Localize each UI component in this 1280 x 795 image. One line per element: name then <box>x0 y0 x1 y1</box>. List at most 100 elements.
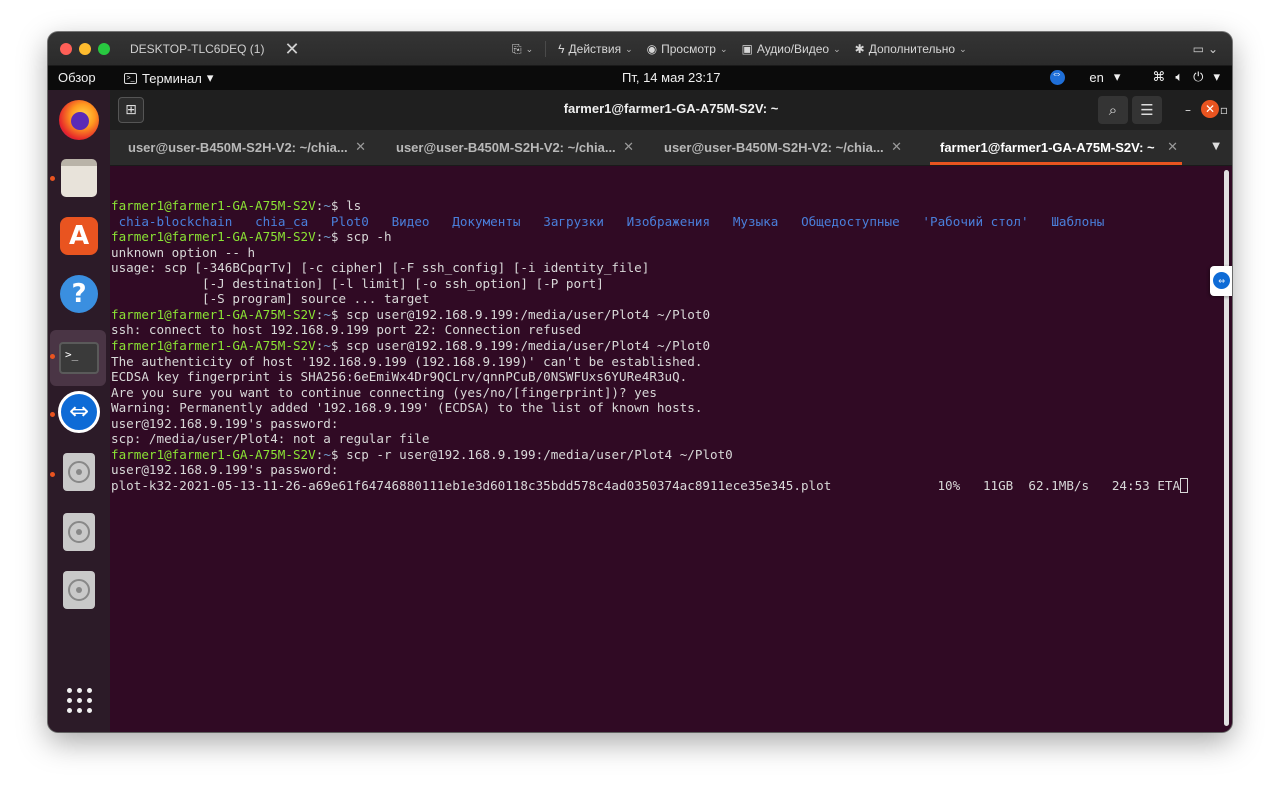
terminal-headerbar: ⊞ farmer1@farmer1-GA-A75M-S2V: ~ ⌕ ☰ – ▫… <box>110 90 1232 130</box>
tab-4[interactable]: farmer1@farmer1-GA-A75M-S2V: ~ ✕ <box>922 130 1190 166</box>
directory-entry: Шаблоны <box>1051 213 1105 229</box>
close-button[interactable]: ✕ <box>1201 100 1219 118</box>
close-icon: ✕ <box>1204 102 1216 116</box>
eye-icon: ◉ <box>646 42 658 56</box>
tab-2[interactable]: user@user-B450M-S2H-V2: ~/chia... ✕ <box>378 130 646 166</box>
prompt-user-host: farmer1@farmer1-GA-A75M-S2V <box>111 446 316 462</box>
terminal-output[interactable]: farmer1@farmer1-GA-A75M-S2V:~$ ls chia-b… <box>110 166 1232 732</box>
dock-help[interactable]: ? <box>57 272 101 316</box>
gnome-top-bar: Обзор >_ Терминал ▾ Пт, 14 мая 23:17 en … <box>48 66 1232 90</box>
dock-show-apps[interactable] <box>57 678 101 722</box>
tab-label: user@user-B450M-S2H-V2: ~/chia... <box>128 140 348 155</box>
dock: A ? >_ ⇔ <box>48 90 110 732</box>
remote-menu-bar: ⎘ ⌄ ϟ Действия ⌄ ◉ Просмотр ⌄ ▣ Аудио/Вид… <box>510 32 969 66</box>
view-menu[interactable]: ◉ Просмотр ⌄ <box>645 42 730 56</box>
caret-down-icon: ▾ <box>1113 69 1121 84</box>
dock-disk-1[interactable] <box>57 450 101 494</box>
actions-menu-label: Действия <box>568 42 622 56</box>
chat-icon: ▣ <box>741 42 753 56</box>
power-icon[interactable]: ⏻ <box>1193 69 1203 85</box>
terminal-title: farmer1@farmer1-GA-A75M-S2V: ~ <box>563 101 779 116</box>
remote-viewer-titlebar: DESKTOP-TLC6DEQ (1) ✕ ⎘ ⌄ ϟ Действия ⌄ ◉ … <box>48 32 1232 66</box>
directory-entry: Изображения <box>626 213 711 229</box>
screen-select-menu[interactable]: ▭ ⌄ <box>1193 32 1218 66</box>
terminal-line: farmer1@farmer1-GA-A75M-S2V:~$ ls <box>111 198 1232 214</box>
scrollbar[interactable] <box>1224 170 1229 726</box>
terminal-line: farmer1@farmer1-GA-A75M-S2V:~$ scp user@… <box>111 338 1232 354</box>
app-menu-label: Терминал <box>142 70 202 86</box>
window-controls <box>60 42 110 55</box>
chevron-down-icon: ⌄ <box>719 43 728 54</box>
extras-menu[interactable]: ✱ Дополнительно ⌄ <box>853 42 969 56</box>
terminal-line: plot-k32-2021-05-13-11-26-a69e61f6474688… <box>111 477 1232 494</box>
directory-entry: Общедоступные <box>801 213 900 229</box>
clock[interactable]: Пт, 14 мая 23:17 <box>622 70 721 85</box>
close-window-button[interactable] <box>60 42 72 55</box>
activities-button[interactable]: Обзор <box>58 70 96 85</box>
close-session-icon[interactable]: ✕ <box>284 40 299 58</box>
prompt-symbol: $ <box>330 446 339 462</box>
dock-app-store[interactable]: A <box>57 214 101 258</box>
network-icon[interactable]: ⌘ <box>1152 69 1165 85</box>
view-menu-label: Просмотр <box>661 42 716 56</box>
dock-firefox[interactable] <box>57 98 101 142</box>
remote-desktop-window: DESKTOP-TLC6DEQ (1) ✕ ⎘ ⌄ ϟ Действия ⌄ ◉ … <box>48 32 1232 732</box>
file-transfer-menu[interactable]: ⎘ ⌄ <box>510 42 535 57</box>
terminal-line: user@192.168.9.199's password: <box>111 462 1232 478</box>
search-button[interactable]: ⌕ <box>1098 96 1128 124</box>
prompt-path: ~ <box>323 306 331 322</box>
command-text: scp user@192.168.9.199:/media/user/Plot4… <box>338 306 711 322</box>
show-apps-icon <box>66 687 92 713</box>
dock-disk-3[interactable] <box>57 568 101 612</box>
directory-entry: Plot0 <box>330 213 369 229</box>
dock-terminal[interactable]: >_ <box>57 336 101 380</box>
minimize-window-button[interactable] <box>79 42 91 55</box>
caret-down-icon[interactable]: ▾ <box>1213 69 1220 85</box>
session-title: DESKTOP-TLC6DEQ (1) <box>130 41 265 56</box>
dock-disk-2[interactable] <box>57 510 101 554</box>
tab-close-icon[interactable]: ✕ <box>355 139 366 155</box>
prompt-path: ~ <box>323 198 331 214</box>
prompt-symbol: $ <box>330 198 339 214</box>
prompt-user-host: farmer1@farmer1-GA-A75M-S2V <box>111 338 316 354</box>
firefox-icon <box>59 100 99 140</box>
maximize-window-button[interactable] <box>98 42 110 55</box>
volume-icon[interactable]: 🔈︎ <box>1175 69 1183 85</box>
app-store-icon: A <box>60 217 98 255</box>
tab-close-icon[interactable]: ✕ <box>623 139 634 155</box>
keyboard-layout[interactable]: en <box>1089 70 1103 85</box>
audio-video-menu[interactable]: ▣ Аудио/Видео ⌄ <box>739 42 842 56</box>
tabs-menu-icon[interactable]: ▼ <box>1212 141 1220 152</box>
minimize-button[interactable]: – <box>1178 100 1198 120</box>
directory-entry: Видео <box>391 213 430 229</box>
teamviewer-panel-tab[interactable]: ⇔ <box>1210 266 1232 296</box>
terminal-line: farmer1@farmer1-GA-A75M-S2V:~$ scp -r us… <box>111 447 1232 463</box>
running-indicator <box>50 354 55 359</box>
terminal-icon: >_ <box>59 342 99 374</box>
prompt-symbol: $ <box>330 306 339 322</box>
menu-divider <box>545 41 547 57</box>
tab-1[interactable]: user@user-B450M-S2H-V2: ~/chia... ✕ <box>110 130 378 166</box>
teamviewer-tray-icon[interactable] <box>1050 68 1066 85</box>
command-text: ls <box>338 198 362 214</box>
prompt-path: ~ <box>323 229 331 245</box>
files-icon <box>61 159 97 197</box>
command-text: scp -r user@192.168.9.199:/media/user/Pl… <box>338 446 733 462</box>
dock-teamviewer[interactable]: ⇔ <box>57 390 101 434</box>
search-icon: ⌕ <box>1108 101 1118 119</box>
terminal-app-icon: >_ <box>124 72 137 84</box>
screen-icon: ▭ <box>1192 42 1204 56</box>
tab-3[interactable]: user@user-B450M-S2H-V2: ~/chia... ✕ <box>646 130 914 166</box>
file-transfer-icon: ⎘ <box>512 41 522 56</box>
actions-menu[interactable]: ϟ Действия ⌄ <box>556 42 634 56</box>
terminal-line: unknown option -- h <box>111 245 1232 261</box>
menu-button[interactable]: ☰ <box>1132 96 1162 124</box>
app-menu[interactable]: >_ Терминал ▾ <box>124 70 213 86</box>
tab-close-icon[interactable]: ✕ <box>1167 139 1178 155</box>
output-text: scp: /media/user/Plot4: not a regular fi… <box>111 431 430 447</box>
tab-close-icon[interactable]: ✕ <box>891 139 902 155</box>
dock-files[interactable] <box>57 156 101 200</box>
hamburger-icon: ☰ <box>1140 101 1154 119</box>
